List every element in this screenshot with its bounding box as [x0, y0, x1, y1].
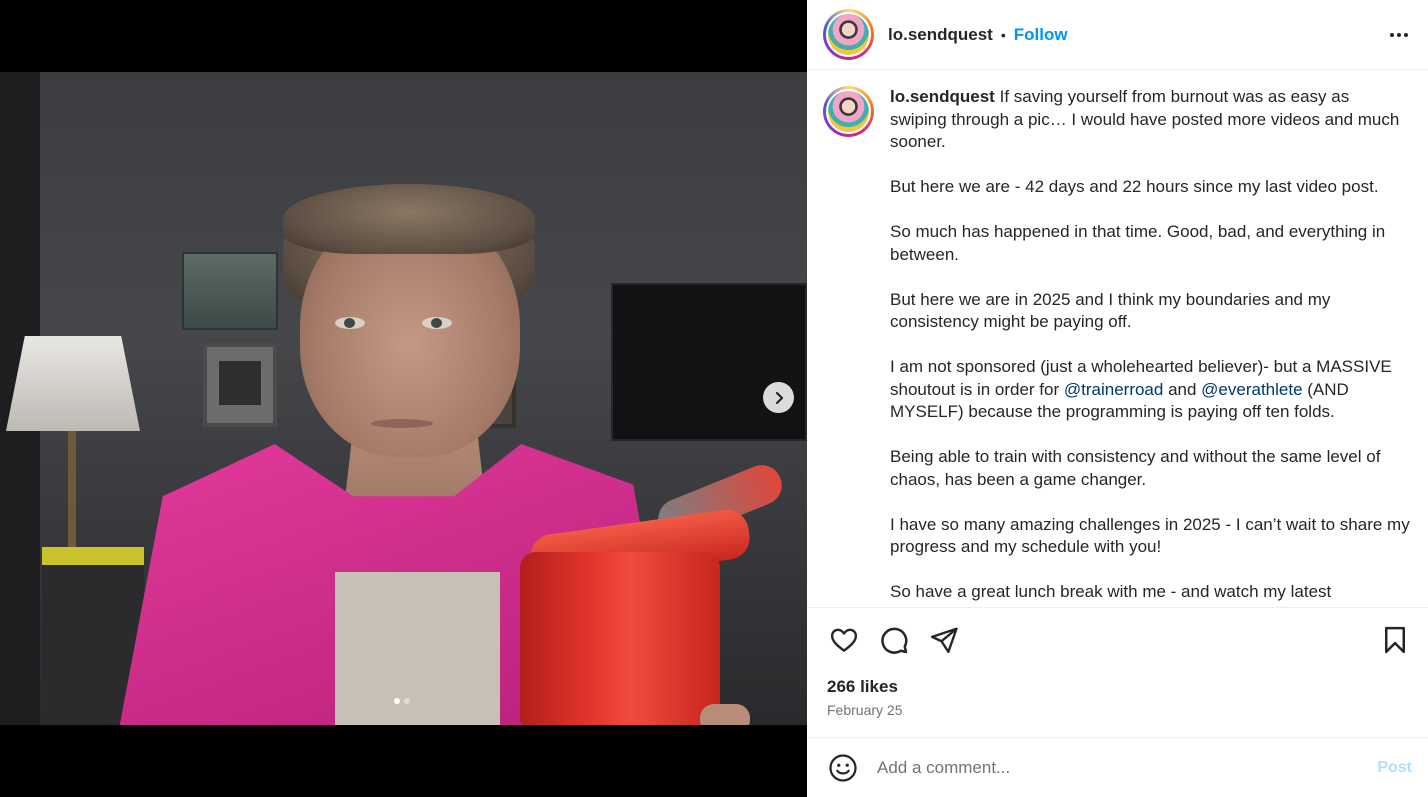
separator-dot: • [1000, 26, 1006, 43]
paper-plane-icon [930, 627, 958, 653]
likes-count[interactable]: 266 likes [807, 671, 1428, 697]
avatar[interactable] [823, 9, 874, 60]
wall-art [182, 252, 278, 330]
chevron-right-icon [775, 391, 783, 404]
share-button[interactable] [927, 623, 961, 657]
next-slide-button[interactable] [763, 382, 794, 413]
comment-input[interactable] [877, 757, 1378, 778]
post-header: lo.sendquest • Follow [807, 0, 1428, 70]
follow-button[interactable]: Follow [1014, 25, 1068, 45]
caption-paragraph: So have a great lunch break with me - an… [890, 582, 1332, 601]
username-link[interactable]: lo.sendquest [888, 25, 993, 45]
caption-text: lo.sendquest If saving yourself from bur… [890, 86, 1410, 607]
caption-avatar[interactable] [823, 86, 874, 137]
more-options-icon[interactable] [1390, 32, 1408, 37]
post-comment-button[interactable]: Post [1377, 759, 1412, 777]
caption-paragraph: Being able to train with consistency and… [890, 447, 1381, 489]
heart-icon [830, 628, 858, 652]
mention-link[interactable]: @trainerroad [1064, 380, 1163, 399]
post-photo [0, 72, 807, 725]
smiley-icon [829, 753, 857, 782]
comment-bar: Post [807, 737, 1428, 797]
post-media [0, 0, 807, 797]
television [611, 283, 807, 441]
save-button[interactable] [1378, 623, 1412, 657]
lamp [6, 336, 140, 431]
mention-link[interactable]: @everathlete [1201, 380, 1302, 399]
carousel-dot [394, 698, 400, 704]
post-side-panel: lo.sendquest • Follow lo.sendquest If sa… [807, 0, 1428, 797]
action-bar [807, 607, 1428, 671]
comment-icon [881, 627, 908, 654]
carousel-dot [404, 698, 410, 704]
caption-section: lo.sendquest If saving yourself from bur… [807, 70, 1428, 607]
carousel-indicator [394, 698, 410, 704]
caption-paragraph: But here we are - 42 days and 22 hours s… [890, 177, 1379, 196]
post-date[interactable]: February 25 [807, 697, 1428, 718]
caption-paragraph: But here we are in 2025 and I think my b… [890, 289, 1331, 332]
caption-username[interactable]: lo.sendquest [890, 87, 995, 106]
caption-paragraph: I have so many amazing challenges in 202… [890, 514, 1410, 557]
like-button[interactable] [827, 623, 861, 657]
caption-text-fragment: and [1163, 379, 1202, 399]
bookmark-icon [1385, 626, 1405, 653]
emoji-button[interactable] [827, 752, 859, 784]
caption-paragraph: So much has happened in that time. Good,… [890, 222, 1386, 264]
comment-button[interactable] [877, 623, 911, 657]
wall-art [203, 343, 277, 427]
